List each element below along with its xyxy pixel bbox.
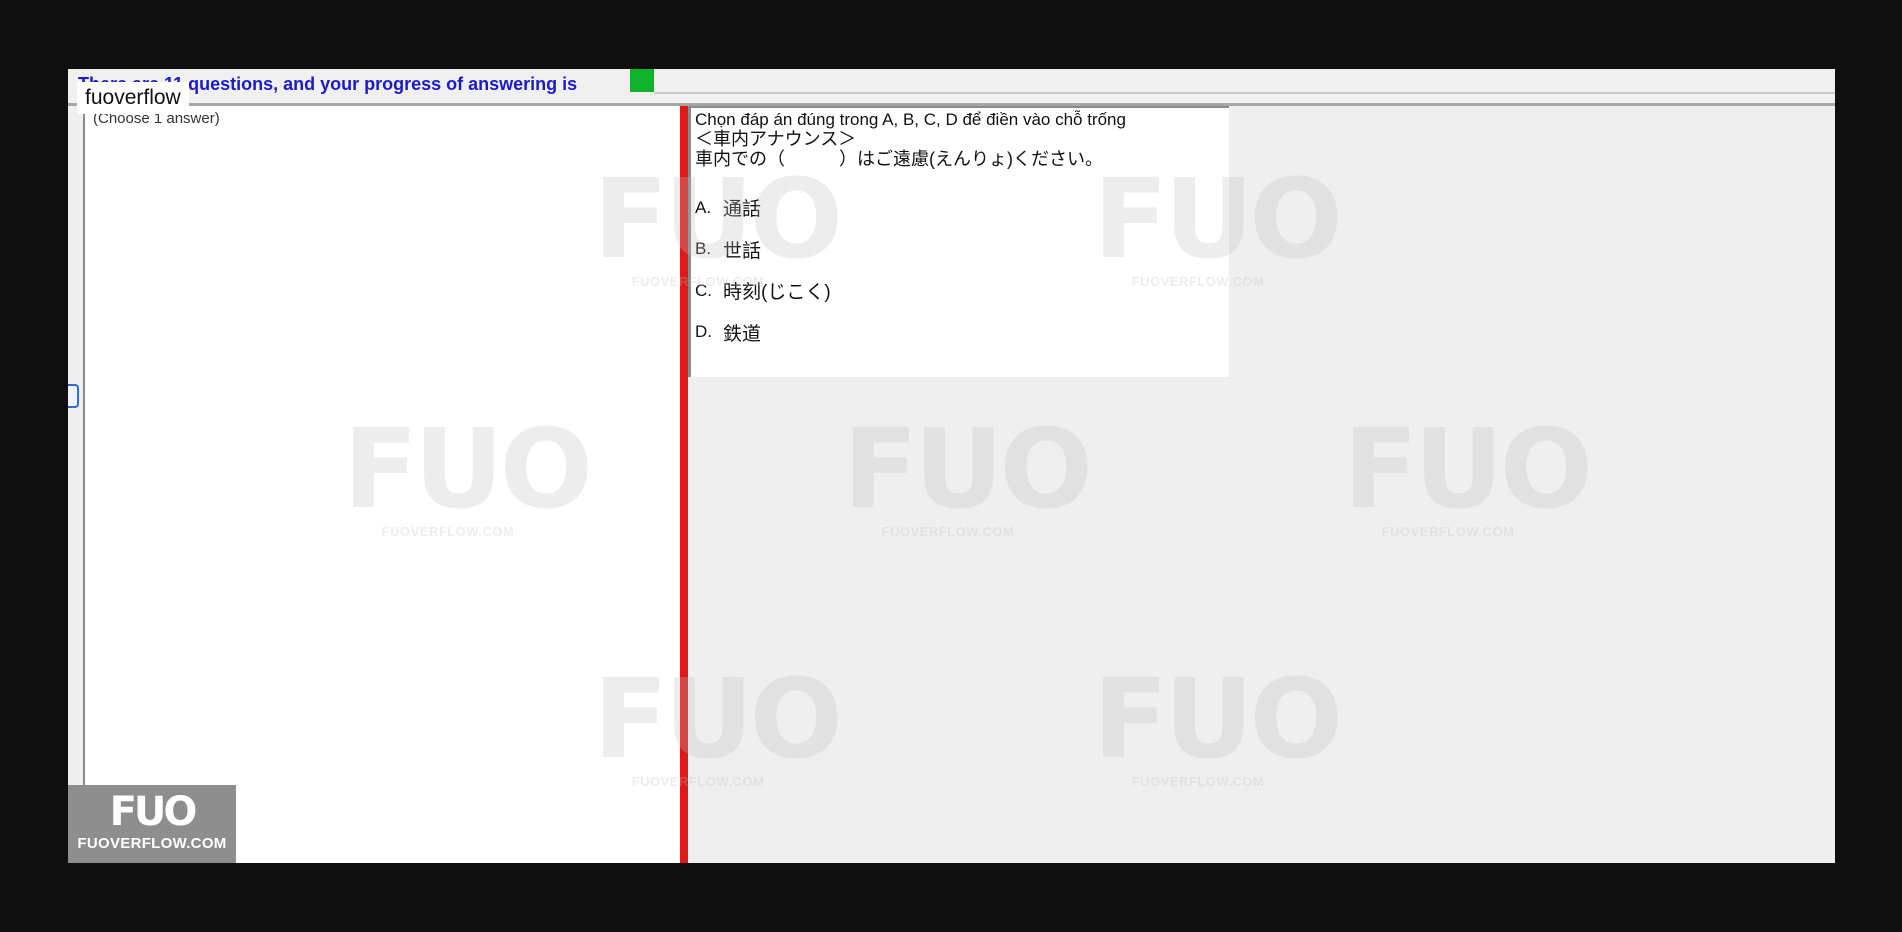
pane-splitter[interactable] <box>680 106 688 863</box>
option-text: 時刻(じこく) <box>723 282 831 304</box>
option-d[interactable]: D. 鉄道 <box>695 312 1225 354</box>
option-a[interactable]: A. 通話 <box>695 187 1225 229</box>
progress-indicator <box>630 69 654 92</box>
option-text: 通話 <box>723 199 762 221</box>
option-letter: A. <box>695 197 712 217</box>
answer-pane: (Choose 1 answer) <box>83 106 681 863</box>
progress-bar-area: There are 11 questions, and your progres… <box>68 69 1835 103</box>
watermark: FUO FUOVERFLOW.COM <box>1093 655 1343 789</box>
window-tab-label: fuoverflow <box>77 82 189 114</box>
side-expand-handle[interactable] <box>68 384 79 408</box>
option-b[interactable]: B. 世話 <box>695 229 1225 271</box>
option-letter: C. <box>695 280 712 300</box>
question-instruction: Chọn đáp án đúng trong A, B, C, D để điề… <box>695 110 1126 129</box>
option-letter: D. <box>695 322 712 342</box>
answer-options: A. 通話 B. 世話 C. 時刻(じこく) D. 鉄道 <box>695 187 1225 353</box>
exam-window: There are 11 questions, and your progres… <box>68 69 1835 863</box>
option-text: 鉄道 <box>723 323 762 345</box>
site-logo: FUO FUOVERFLOW.COM <box>68 785 236 863</box>
progress-track <box>654 92 1835 94</box>
logo-text: FUOVERFLOW.COM <box>77 835 227 852</box>
option-letter: B. <box>695 239 712 259</box>
question-heading: ＜車内アナウンス＞ <box>695 129 857 149</box>
question-sentence: 車内での（ ）はご遠慮(えんりょ)ください。 <box>695 149 1103 169</box>
logo-mark: FUO <box>109 789 198 835</box>
watermark: FUO FUOVERFLOW.COM <box>1343 405 1593 539</box>
question-panel: Chọn đáp án đúng trong A, B, C, D để điề… <box>688 106 1229 377</box>
watermark: FUO FUOVERFLOW.COM <box>843 405 1093 539</box>
option-c[interactable]: C. 時刻(じこく) <box>695 270 1225 312</box>
option-text: 世話 <box>723 240 762 262</box>
